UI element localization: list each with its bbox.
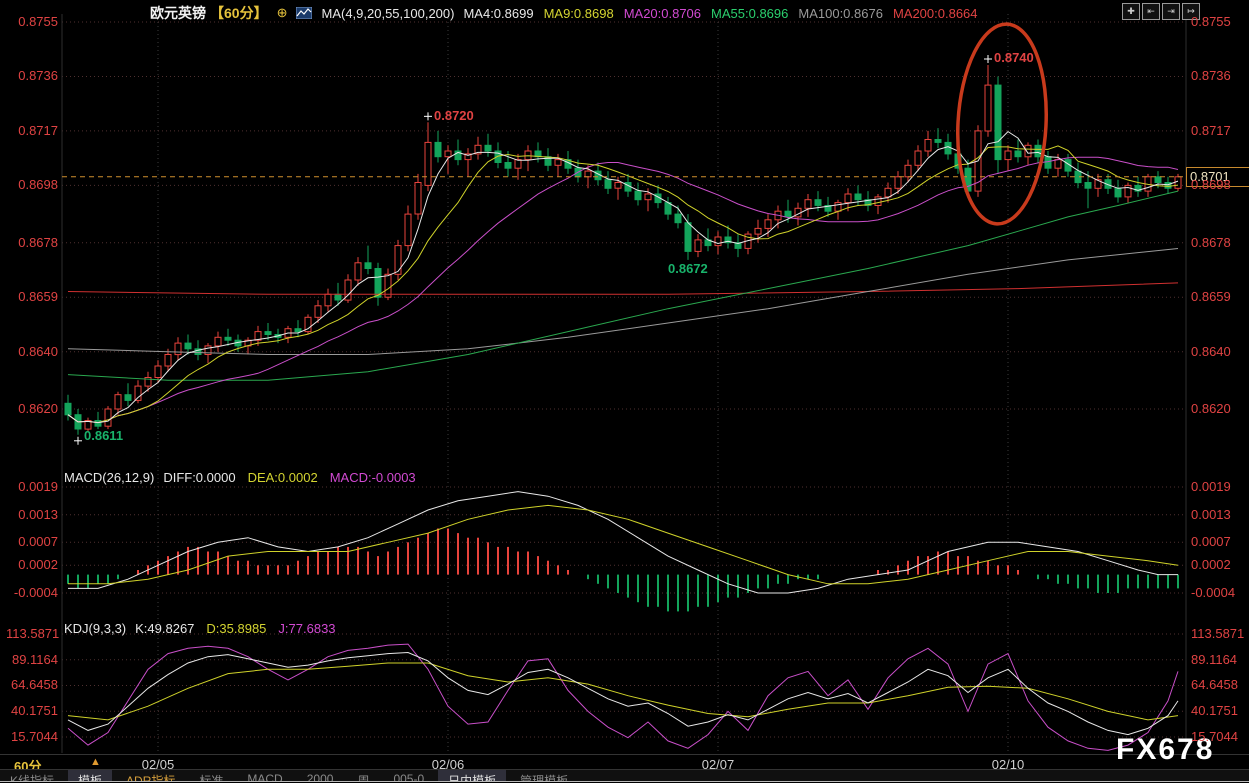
price-axis-label: 0.8717 xyxy=(6,123,58,139)
price-axis-label: 0.8659 xyxy=(1191,289,1231,305)
kdj-value-label: D:35.8985 xyxy=(206,621,266,636)
price-axis-label: 0.8620 xyxy=(1191,401,1231,417)
chart-canvas xyxy=(0,0,1249,783)
price-axis-label: -0.0004 xyxy=(1191,585,1235,601)
price-axis-label: 113.5871 xyxy=(6,626,58,642)
macd-value-label: DIFF:0.0000 xyxy=(163,470,235,485)
price-axis-label: 0.8717 xyxy=(1191,123,1231,139)
macd-values: DIFF:0.0000 DEA:0.0002 MACD:-0.0003 xyxy=(163,470,415,485)
price-axis-label: 89.1164 xyxy=(6,652,58,668)
bottom-menu-item[interactable]: 标准 xyxy=(189,770,233,781)
price-axis-label: 0.0007 xyxy=(1191,534,1231,550)
price-axis-label: 0.8640 xyxy=(6,344,58,360)
price-axis-label: 0.0019 xyxy=(1191,479,1231,495)
price-axis-label: 15.7044 xyxy=(6,729,58,745)
price-axis-label: 0.0007 xyxy=(6,534,58,550)
kdj-title: KDJ(9,3,3) xyxy=(64,621,126,636)
trading-app: { "header": { "symbol": "欧元英镑", "period_… xyxy=(0,0,1249,783)
ma-value-label: MA200:0.8664 xyxy=(893,6,978,21)
scale-left-icon[interactable]: ⇤ xyxy=(1142,3,1160,20)
price-axis-label: 0.0013 xyxy=(1191,507,1231,523)
divider xyxy=(0,781,1249,782)
price-axis-label: 0.0002 xyxy=(6,557,58,573)
kdj-values: K:49.8267 D:35.8985 J:77.6833 xyxy=(135,621,335,636)
ma-value-label: MA4:0.8699 xyxy=(463,6,533,21)
date-axis-label: 02/05 xyxy=(128,757,188,772)
price-axis-label: 0.8755 xyxy=(6,14,58,30)
price-axis-label: 0.8659 xyxy=(6,289,58,305)
date-axis-label: 02/06 xyxy=(418,757,478,772)
price-axis-label: 0.0013 xyxy=(6,507,58,523)
price-axis-label: -0.0004 xyxy=(6,585,58,601)
ma-values: MA4:0.8699 MA9:0.8698 MA20:0.8706 MA55:0.86… xyxy=(463,6,977,21)
bottom-menu-item[interactable]: 2000 xyxy=(297,770,344,781)
price-axis-label: 0.8736 xyxy=(6,68,58,84)
ma-group-label: MA(4,9,20,55,100,200) xyxy=(321,6,454,21)
symbol-title: 欧元英镑 xyxy=(150,3,206,23)
main-chart-header: 欧元英镑 【60分】 ⊕ MA(4,9,20,55,100,200) MA4:0… xyxy=(150,3,978,23)
price-axis-label: 40.1751 xyxy=(6,703,58,719)
bottom-menu-item[interactable]: MACD xyxy=(237,770,292,781)
period-tag: 【60分】 xyxy=(210,3,268,23)
price-axis-label: 0.8620 xyxy=(6,401,58,417)
price-axis-label: 64.6458 xyxy=(6,677,58,693)
period-up-arrow-icon[interactable]: ▲ xyxy=(90,756,101,768)
price-axis-label: 15.7044 xyxy=(1191,729,1238,745)
price-annotation: 0.8720 xyxy=(434,109,474,123)
price-annotation: 0.8740 xyxy=(994,51,1034,65)
ma-value-label: MA9:0.8698 xyxy=(544,6,614,21)
price-axis-label: 40.1751 xyxy=(1191,703,1238,719)
add-indicator-icon[interactable]: ⊕ xyxy=(277,5,288,21)
bottom-menu-item[interactable]: 周 xyxy=(347,770,379,781)
price-axis-label: 0.8678 xyxy=(6,235,58,251)
macd-header: MACD(26,12,9) DIFF:0.0000 DEA:0.0002 MACD:… xyxy=(64,470,416,485)
date-axis-label: 02/10 xyxy=(978,757,1038,772)
price-axis-label: 113.5871 xyxy=(1191,626,1244,642)
scale-right-icon[interactable]: ⇥ xyxy=(1162,3,1180,20)
price-annotation: 0.8672 xyxy=(668,262,708,276)
price-axis-label: 0.8678 xyxy=(1191,235,1231,251)
price-axis-label: 0.0002 xyxy=(1191,557,1231,573)
chart-toolbar: ✚⇤⇥↦ xyxy=(1122,3,1200,20)
macd-value-label: MACD:-0.0003 xyxy=(330,470,416,485)
price-axis-label: 0.8640 xyxy=(1191,344,1231,360)
ma-value-label: MA55:0.8696 xyxy=(711,6,788,21)
price-axis-label: 0.0019 xyxy=(6,479,58,495)
ma-value-label: MA20:0.8706 xyxy=(624,6,701,21)
price-axis-label: 0.8755 xyxy=(1191,14,1231,30)
price-axis-label: 89.1164 xyxy=(1191,652,1237,668)
price-axis-label: 0.8698 xyxy=(6,177,58,193)
kdj-value-label: J:77.6833 xyxy=(278,621,335,636)
chart-type-icon[interactable] xyxy=(296,7,312,19)
price-axis-label: 0.8736 xyxy=(1191,68,1231,84)
macd-value-label: DEA:0.0002 xyxy=(248,470,318,485)
ma-value-label: MA100:0.8676 xyxy=(798,6,883,21)
bottom-menu-item[interactable]: K线指标 xyxy=(0,770,64,781)
macd-title: MACD(26,12,9) xyxy=(64,470,154,485)
bottom-menu-item[interactable]: 管理模板 xyxy=(510,770,578,781)
crosshair-icon[interactable]: ✚ xyxy=(1122,3,1140,20)
price-axis-label: 64.6458 xyxy=(1191,677,1238,693)
kdj-header: KDJ(9,3,3) K:49.8267 D:35.8985 J:77.6833 xyxy=(64,621,336,636)
bottom-menu-item[interactable]: 模板 xyxy=(68,770,112,781)
kdj-value-label: K:49.8267 xyxy=(135,621,194,636)
price-annotation: 0.8611 xyxy=(84,429,123,443)
price-axis-label: 0.8698 xyxy=(1191,177,1231,193)
date-axis-label: 02/07 xyxy=(688,757,748,772)
